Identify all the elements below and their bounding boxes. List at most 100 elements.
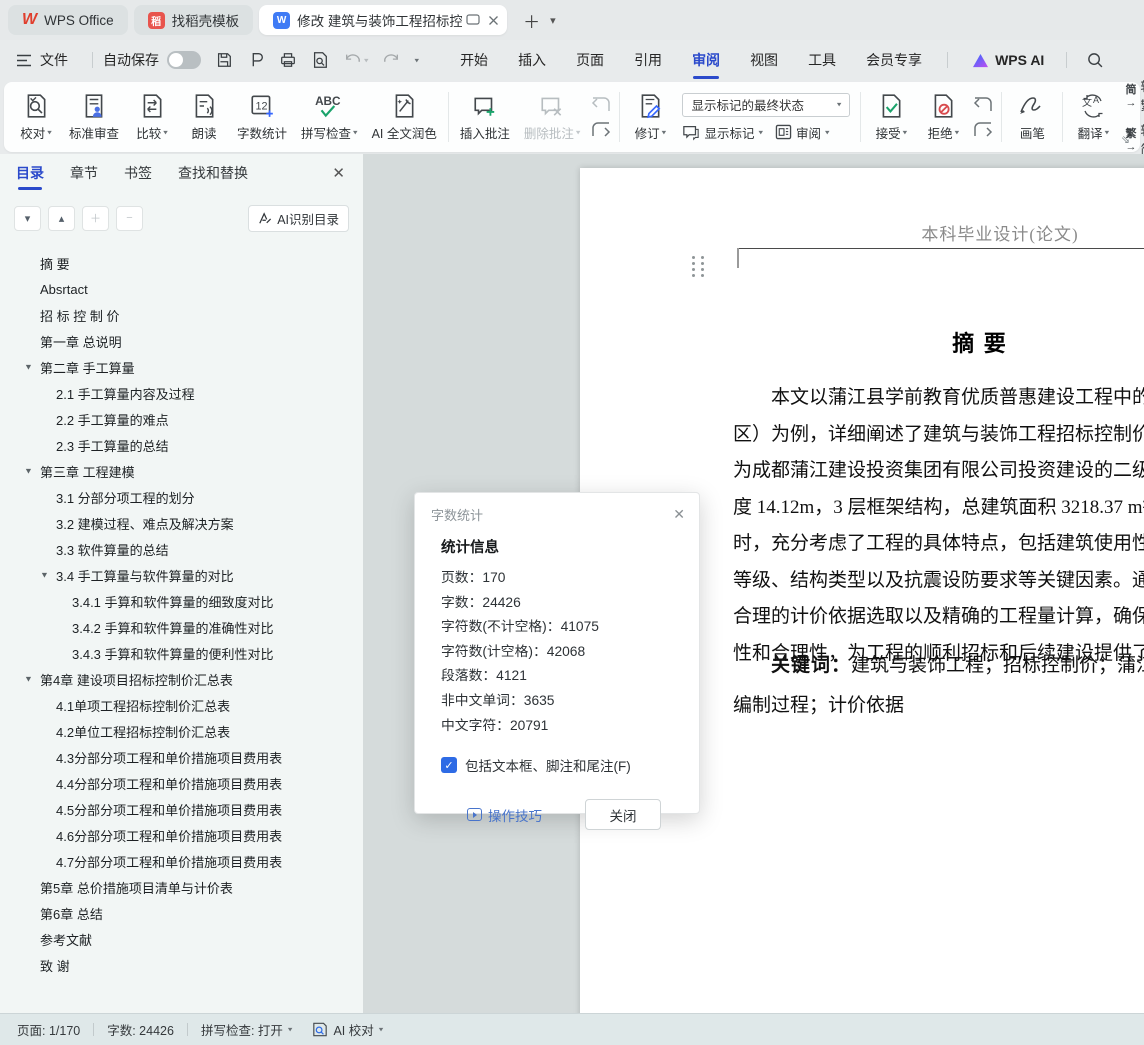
autosave-toggle[interactable] [167, 51, 201, 69]
tab-template[interactable]: 稻 找稻壳模板 [133, 5, 254, 35]
accept-button[interactable]: 接受 ▾ [865, 89, 917, 146]
read-aloud-button[interactable]: 朗读 [178, 89, 230, 146]
ribbon-expand-icon[interactable]: ⇘ [1121, 133, 1130, 146]
close-tab-icon[interactable] [488, 15, 499, 26]
toc-item[interactable]: 4.1单项工程招标控制价汇总表 [0, 692, 363, 718]
new-tab-button[interactable]: ＋ [523, 8, 540, 33]
toc-item[interactable]: 4.3分部分项工程和单价措施项目费用表 [0, 744, 363, 770]
menu-item-4[interactable]: 审阅 [677, 42, 735, 79]
toc-item[interactable]: 4.5分部分项工程和单价措施项目费用表 [0, 796, 363, 822]
reject-button[interactable]: 拒绝 ▾ [917, 89, 969, 146]
file-menu[interactable]: 文件 [40, 50, 68, 70]
next-change-icon[interactable] [973, 121, 993, 138]
toc-item[interactable]: 3.2 建模过程、难点及解决方案 [0, 510, 363, 536]
tab-wps-office[interactable]: W WPS Office [8, 5, 128, 35]
checkbox-checked-icon[interactable]: ✓ [441, 757, 457, 774]
next-comment-icon[interactable] [591, 121, 611, 138]
tips-link[interactable]: 操作技巧 [467, 805, 542, 825]
ai-toc-icon [259, 211, 272, 224]
toc-item[interactable]: 致 谢 [0, 952, 363, 978]
ai-polish-button[interactable]: AI 全文润色 [365, 89, 444, 146]
status-ai-proof[interactable]: AI 校对 ▾ [312, 1020, 383, 1039]
menu-item-0[interactable]: 开始 [445, 42, 503, 78]
window-tab-bar: W WPS Office 稻 找稻壳模板 W 修改 建筑与装饰工程招标控制 ＋ … [0, 0, 1144, 40]
tab-list-caret-icon[interactable]: ▾ [550, 14, 556, 27]
menu-item-7[interactable]: 会员专享 [851, 42, 937, 78]
tab-document[interactable]: W 修改 建筑与装饰工程招标控制 [259, 5, 508, 35]
standard-review-button[interactable]: 标准审查 [62, 89, 126, 146]
sidebar-close-icon[interactable]: ✕ [332, 164, 345, 182]
drag-handle-icon[interactable] [692, 256, 706, 277]
toc-item[interactable]: Absrtact [0, 276, 363, 302]
insert-comment-button[interactable]: 插入批注 [453, 89, 517, 146]
track-changes-button[interactable]: 修订 ▾ [624, 89, 676, 146]
status-page[interactable]: 页面: 1/170 [17, 1020, 80, 1039]
sidebar-tab-find-replace[interactable]: 查找和替换 [178, 154, 248, 192]
sidebar-tab-chapter[interactable]: 章节 [70, 154, 98, 192]
toc-next-button[interactable]: ▾ [14, 205, 41, 231]
toc-item[interactable]: 3.4.3 手算和软件算量的便利性对比 [0, 640, 363, 666]
toc-item[interactable]: 2.1 手工算量内容及过程 [0, 380, 363, 406]
print-icon[interactable] [279, 51, 297, 69]
menu-item-5[interactable]: 视图 [735, 42, 793, 78]
ai-recognize-toc-button[interactable]: AI识别目录 [248, 204, 349, 232]
translate-button[interactable]: 文A 翻译 ▾ [1067, 89, 1119, 146]
quick-access-caret-icon[interactable]: ▾ [415, 56, 420, 65]
status-spell-check[interactable]: 拼写检查: 打开 ▾ [201, 1020, 292, 1039]
toc-item[interactable]: 3.1 分部分项工程的划分 [0, 484, 363, 510]
float-window-icon[interactable] [466, 14, 480, 26]
review-pane-button[interactable]: 审阅 ▾ [775, 123, 830, 142]
translate-group: 文A 翻译▾ 简→ 转繁 繁→ 转简 [1067, 80, 1144, 157]
toc-item[interactable]: 3.4.1 手算和软件算量的细致度对比 [0, 588, 363, 614]
menu-item-2[interactable]: 页面 [561, 42, 619, 78]
toc-item[interactable]: ▼ 第三章 工程建模 [0, 458, 363, 484]
export-pdf-icon[interactable] [247, 51, 265, 69]
collapse-arrow-icon[interactable]: ▼ [24, 467, 33, 476]
spell-check-button[interactable]: ABC 拼写检查 ▾ [294, 89, 365, 146]
dialog-close-button[interactable]: 关闭 [585, 799, 661, 831]
sidebar-tab-toc[interactable]: 目录 [16, 154, 44, 192]
toc-item[interactable]: 2.2 手工算量的难点 [0, 406, 363, 432]
collapse-arrow-icon[interactable]: ▼ [24, 675, 33, 684]
proofread-button[interactable]: 校对 ▾ [10, 89, 62, 146]
wps-ai-menu[interactable]: WPS AI [972, 52, 1044, 68]
toc-previous-button[interactable]: ▴ [48, 205, 75, 231]
toc-item[interactable]: 3.3 软件算量的总结 [0, 536, 363, 562]
status-word-count[interactable]: 字数: 24426 [107, 1020, 174, 1039]
toc-item[interactable]: 第一章 总说明 [0, 328, 363, 354]
toc-item[interactable]: 参考文献 [0, 926, 363, 952]
dialog-close-icon[interactable]: ✕ [673, 506, 685, 523]
stat-row: 字符数(计空格)：42068 [441, 643, 586, 659]
previous-change-icon[interactable] [973, 96, 993, 113]
toc-item[interactable]: 第6章 总结 [0, 900, 363, 926]
hamburger-icon[interactable] [16, 54, 32, 67]
collapse-arrow-icon[interactable]: ▼ [24, 363, 33, 372]
toc-item[interactable]: 摘 要 [0, 250, 363, 276]
toc-item[interactable]: 3.4.2 手算和软件算量的准确性对比 [0, 614, 363, 640]
toc-item[interactable]: ▼ 3.4 手工算量与软件算量的对比 [0, 562, 363, 588]
menu-item-3[interactable]: 引用 [619, 42, 677, 78]
toc-item[interactable]: ▼ 第4章 建设项目招标控制价汇总表 [0, 666, 363, 692]
menu-item-6[interactable]: 工具 [793, 42, 851, 78]
print-preview-icon[interactable] [311, 51, 329, 69]
toc-item[interactable]: 招 标 控 制 价 [0, 302, 363, 328]
collapse-arrow-icon[interactable]: ▼ [40, 571, 49, 580]
markup-state-select[interactable]: 显示标记的最终状态 ▾ [682, 92, 851, 117]
sidebar-tab-bookmark[interactable]: 书签 [124, 154, 152, 192]
to-traditional-button[interactable]: 简→ 转繁 [1125, 76, 1144, 114]
search-icon[interactable] [1087, 52, 1104, 69]
include-footnotes-row[interactable]: ✓ 包括文本框、脚注和尾注(F) [441, 755, 681, 775]
word-count-button[interactable]: 12 字数统计 [230, 89, 294, 146]
show-markup-button[interactable]: 显示标记 ▾ [682, 123, 763, 142]
toc-item[interactable]: ▼ 第二章 手工算量 [0, 354, 363, 380]
toc-item[interactable]: 4.6分部分项工程和单价措施项目费用表 [0, 822, 363, 848]
save-icon[interactable] [215, 51, 233, 69]
menu-item-1[interactable]: 插入 [503, 42, 561, 78]
brush-button[interactable]: 画笔 [1006, 89, 1058, 146]
toc-item[interactable]: 4.7分部分项工程和单价措施项目费用表 [0, 848, 363, 874]
toc-item[interactable]: 2.3 手工算量的总结 [0, 432, 363, 458]
toc-item[interactable]: 4.4分部分项工程和单价措施项目费用表 [0, 770, 363, 796]
toc-item[interactable]: 4.2单位工程招标控制价汇总表 [0, 718, 363, 744]
toc-item[interactable]: 第5章 总价措施项目清单与计价表 [0, 874, 363, 900]
compare-button[interactable]: 比较 ▾ [126, 89, 178, 146]
